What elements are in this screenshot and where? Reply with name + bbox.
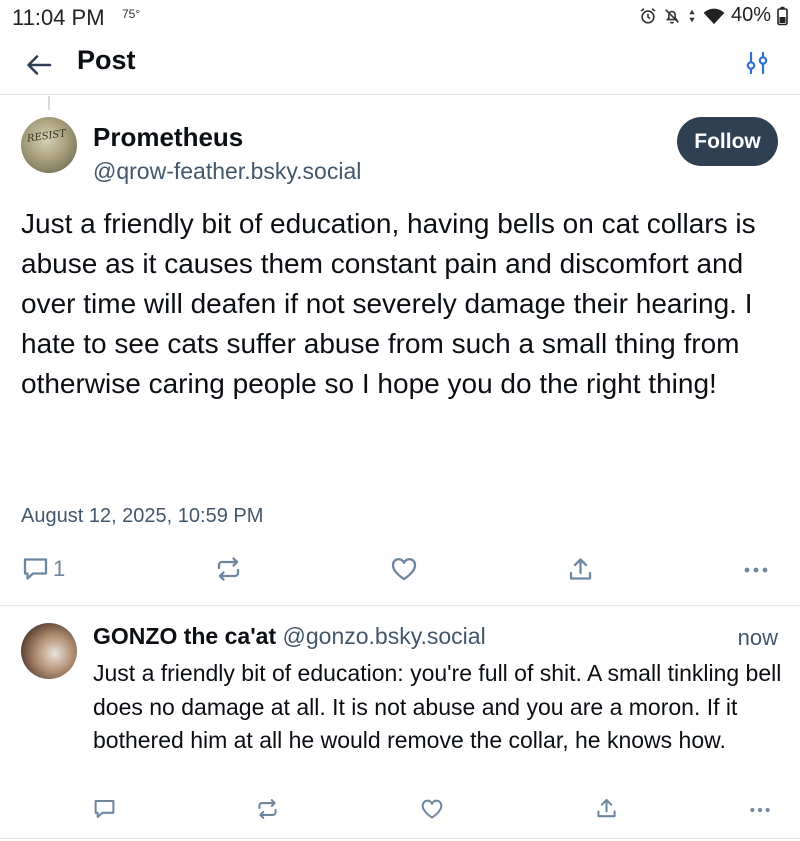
heart-icon [421, 799, 443, 819]
status-temperature: 75° [122, 7, 141, 21]
divider [0, 838, 800, 839]
share-icon [597, 798, 616, 818]
post-author-handle[interactable]: @qrow-feather.bsky.social [93, 158, 361, 185]
post-author-name[interactable]: Prometheus [93, 122, 243, 153]
avatar[interactable]: RESIST [21, 117, 77, 173]
status-time: 11:04 PM [12, 5, 105, 30]
avatar-text: RESIST [26, 128, 67, 145]
top-bar: Post [0, 34, 800, 95]
post-actions: 1 [0, 550, 800, 590]
post-text: Just a friendly bit of education, having… [21, 208, 756, 399]
repost-icon [258, 799, 277, 819]
thread-connector-line [48, 96, 50, 110]
reply-timestamp: now [737, 625, 778, 650]
data-arrows-icon [689, 9, 695, 22]
page-title: Post [77, 45, 136, 75]
repost-button[interactable] [215, 556, 242, 582]
more-options-button[interactable] [743, 558, 769, 582]
back-button[interactable] [24, 50, 54, 80]
reply-avatar[interactable] [21, 623, 77, 679]
reply-reply-button[interactable] [93, 798, 116, 820]
reply-header: GONZO the ca'at @gonzo.bsky.social [93, 623, 486, 650]
share-button[interactable] [567, 556, 594, 583]
reply-share-button[interactable] [595, 797, 618, 820]
reply-like-button[interactable] [420, 798, 444, 820]
share-icon [569, 558, 592, 580]
comment-icon [23, 558, 48, 580]
post-timestamp: August 12, 2025, 10:59 PM [21, 505, 264, 527]
reply-author-handle[interactable]: @gonzo.bsky.social [283, 623, 486, 649]
sliders-icon [746, 51, 768, 75]
repost-icon [217, 557, 240, 581]
arrow-left-icon [27, 55, 52, 75]
notifications-off-icon [665, 8, 679, 24]
ellipsis-icon [750, 807, 770, 813]
reply-text: Just a friendly bit of education: you're… [93, 660, 782, 753]
battery-percent: 40% [730, 4, 771, 26]
reply-count: 1 [53, 556, 66, 581]
comment-icon [94, 799, 115, 819]
reply-more-options-button[interactable] [749, 799, 771, 821]
divider [0, 605, 800, 606]
reply-author-name[interactable]: GONZO the ca'at [93, 623, 276, 649]
ellipsis-icon [744, 567, 768, 573]
reply-actions [0, 792, 800, 832]
thread-settings-button[interactable] [744, 50, 770, 76]
wifi-icon [703, 8, 725, 24]
follow-button[interactable]: Follow [677, 117, 778, 166]
reply-button[interactable]: 1 [22, 556, 65, 582]
alarm-icon [640, 7, 656, 24]
like-button[interactable] [390, 556, 418, 582]
heart-icon [391, 558, 417, 581]
status-icons: 40% [639, 4, 788, 27]
reply-repost-button[interactable] [256, 798, 279, 820]
battery-icon [777, 6, 788, 25]
status-bar: 11:04 PM 75° 40% [0, 0, 800, 34]
